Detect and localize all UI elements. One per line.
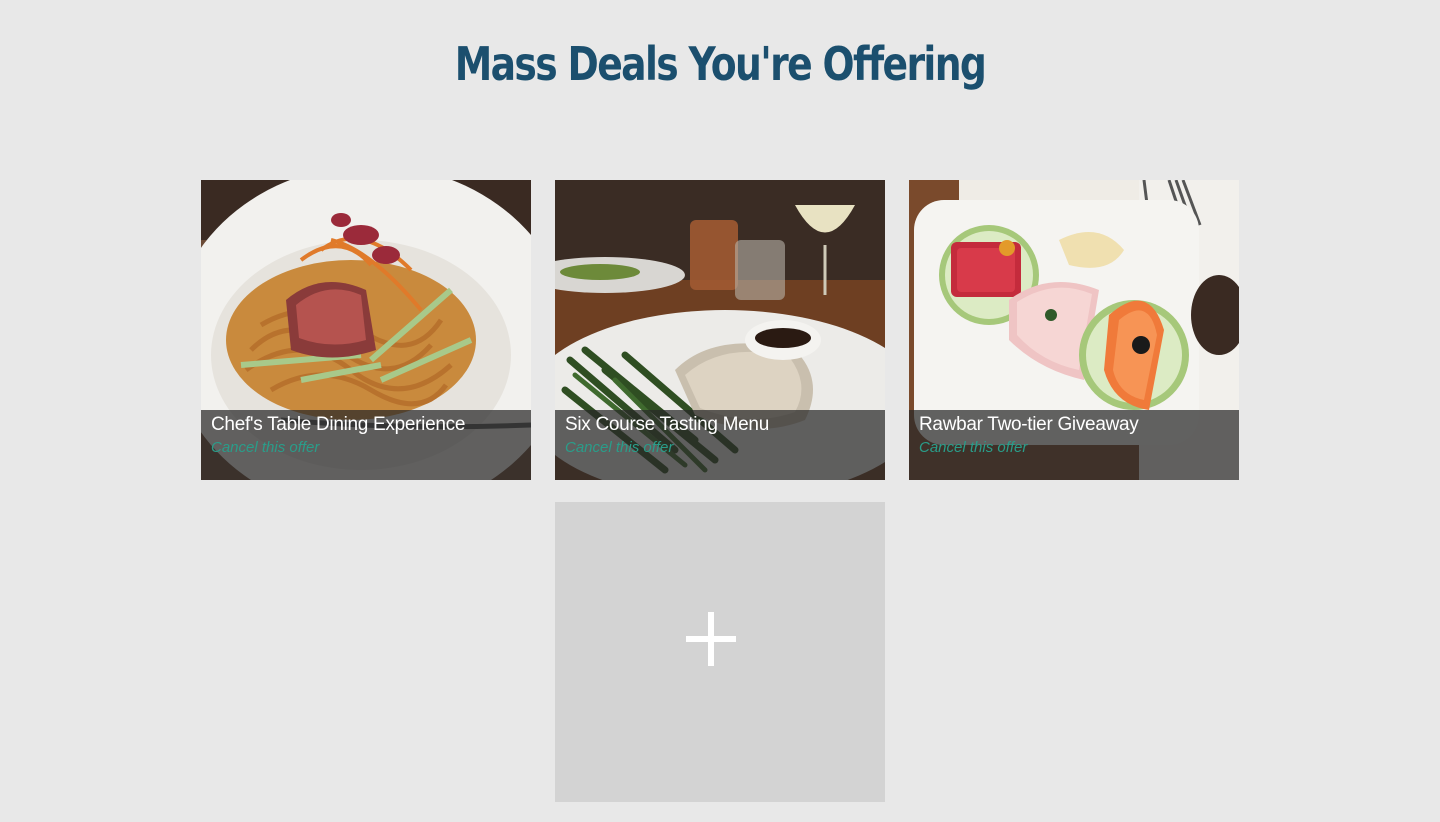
page: Mass Deals You're Offering Chef's Table … bbox=[0, 0, 1440, 822]
deal-caption: Six Course Tasting Menu Cancel this offe… bbox=[555, 410, 885, 480]
page-title: Mass Deals You're Offering bbox=[454, 37, 987, 91]
cancel-offer-link[interactable]: Cancel this offer bbox=[211, 440, 319, 456]
deal-title: Rawbar Two-tier Giveaway bbox=[919, 414, 1139, 435]
deal-title: Chef's Table Dining Experience bbox=[211, 414, 466, 435]
deal-card[interactable]: Six Course Tasting Menu Cancel this offe… bbox=[555, 180, 885, 480]
deal-caption: Chef's Table Dining Experience Cancel th… bbox=[201, 410, 531, 480]
add-deal-button[interactable] bbox=[555, 502, 885, 802]
cancel-offer-link[interactable]: Cancel this offer bbox=[565, 440, 673, 456]
deal-card[interactable]: Chef's Table Dining Experience Cancel th… bbox=[201, 180, 531, 480]
cancel-offer-link[interactable]: Cancel this offer bbox=[919, 440, 1027, 456]
deal-title: Six Course Tasting Menu bbox=[565, 414, 769, 435]
deal-card[interactable]: Rawbar Two-tier Giveaway Cancel this off… bbox=[909, 180, 1239, 480]
plus-icon bbox=[686, 612, 736, 666]
deal-caption: Rawbar Two-tier Giveaway Cancel this off… bbox=[909, 410, 1239, 480]
